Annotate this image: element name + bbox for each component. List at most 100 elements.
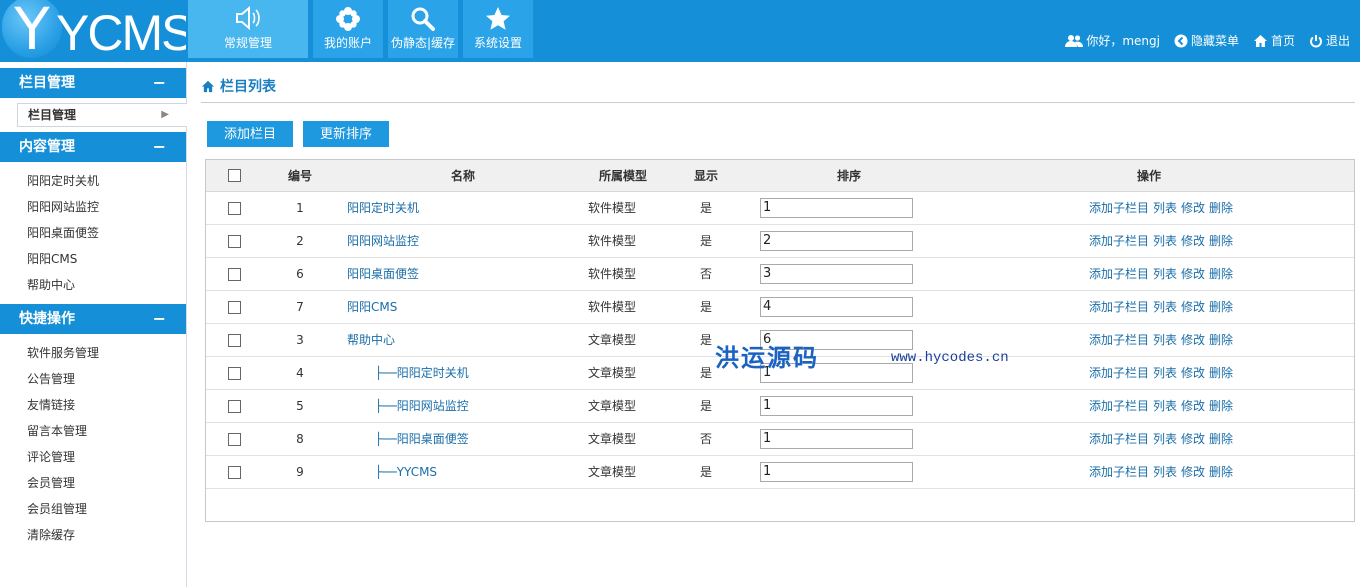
sidebar-item[interactable]: 软件服务管理 [0,340,186,366]
delete-link[interactable]: 删除 [1209,267,1233,281]
logout-link[interactable]: 退出 [1309,32,1350,49]
sidebar-item[interactable]: 阳阳网站监控 [0,194,186,220]
sidebar-item[interactable]: 会员组管理 [0,496,186,522]
header-select-all[interactable] [206,160,262,192]
table-row: 7 阳阳CMS 软件模型是 添加子栏目列表修改删除 [206,290,1354,324]
flower-icon [313,0,383,36]
row-checkbox[interactable] [227,366,241,380]
delete-link[interactable]: 删除 [1209,234,1233,248]
edit-link[interactable]: 修改 [1181,201,1205,215]
sidebar-item[interactable]: 清除缓存 [0,522,186,548]
add-subcolumn-link[interactable]: 添加子栏目 [1089,300,1149,314]
user-greeting[interactable]: 你好，mengj [1065,32,1160,49]
sort-input[interactable] [760,296,913,317]
row-checkbox[interactable] [227,267,241,281]
sidebar-item[interactable]: 阳阳桌面便签 [0,220,186,246]
list-link[interactable]: 列表 [1153,333,1177,347]
edit-link[interactable]: 修改 [1181,399,1205,413]
edit-link[interactable]: 修改 [1181,432,1205,446]
sort-input[interactable] [760,263,913,284]
row-name-link[interactable]: ├──阳阳桌面便签 [338,432,469,446]
sidebar-item-column-manage[interactable]: 栏目管理 ▶ [17,103,187,127]
row-name-link[interactable]: 阳阳定时关机 [338,201,419,215]
add-subcolumn-link[interactable]: 添加子栏目 [1089,399,1149,413]
add-subcolumn-link[interactable]: 添加子栏目 [1089,201,1149,215]
add-subcolumn-link[interactable]: 添加子栏目 [1089,366,1149,380]
row-checkbox[interactable] [227,399,241,413]
delete-link[interactable]: 删除 [1209,201,1233,215]
sort-input[interactable] [760,461,913,482]
add-subcolumn-link[interactable]: 添加子栏目 [1089,333,1149,347]
list-link[interactable]: 列表 [1153,465,1177,479]
delete-link[interactable]: 删除 [1209,432,1233,446]
row-checkbox[interactable] [227,234,241,248]
edit-link[interactable]: 修改 [1181,333,1205,347]
edit-link[interactable]: 修改 [1181,300,1205,314]
row-name-link[interactable]: ├──阳阳定时关机 [338,366,469,380]
sidebar-item[interactable]: 评论管理 [0,444,186,470]
edit-link[interactable]: 修改 [1181,234,1205,248]
select-all-checkbox[interactable] [227,169,241,183]
collapse-icon[interactable]: − [153,132,166,162]
edit-link[interactable]: 修改 [1181,366,1205,380]
home-link[interactable]: 首页 [1253,32,1295,49]
row-id: 1 [262,191,338,225]
add-subcolumn-link[interactable]: 添加子栏目 [1089,432,1149,446]
delete-link[interactable]: 删除 [1209,333,1233,347]
row-name-link[interactable]: 帮助中心 [338,333,395,347]
sidebar-item[interactable]: 会员管理 [0,470,186,496]
nav-tab-rewrite-cache[interactable]: 伪静态|缓存 [388,0,458,58]
row-checkbox[interactable] [227,432,241,446]
list-link[interactable]: 列表 [1153,366,1177,380]
nav-tab-settings[interactable]: 系统设置 [463,0,533,58]
sort-input[interactable] [760,395,913,416]
row-name-link[interactable]: 阳阳网站监控 [338,234,419,248]
sort-input[interactable] [760,230,913,251]
collapse-icon[interactable]: − [153,68,166,98]
row-checkbox[interactable] [227,201,241,215]
hide-menu-link[interactable]: 隐藏菜单 [1174,32,1239,49]
sidebar-item[interactable]: 阳阳定时关机 [0,168,186,194]
sort-input[interactable] [760,428,913,449]
row-checkbox[interactable] [227,300,241,314]
list-link[interactable]: 列表 [1153,267,1177,281]
delete-link[interactable]: 删除 [1209,366,1233,380]
row-checkbox[interactable] [227,333,241,347]
sidebar-item[interactable]: 友情链接 [0,392,186,418]
table-row: 5├──阳阳网站监控文章模型是添加子栏目列表修改删除 [206,389,1354,423]
row-name-link[interactable]: ├──YYCMS [338,465,437,479]
row-name-link[interactable]: 阳阳CMS [338,300,397,314]
delete-link[interactable]: 删除 [1209,465,1233,479]
row-select-cell [206,290,262,324]
list-link[interactable]: 列表 [1153,300,1177,314]
add-column-button[interactable]: 添加栏目 [207,121,293,147]
update-sort-button[interactable]: 更新排序 [303,121,389,147]
edit-link[interactable]: 修改 [1181,465,1205,479]
sidebar-item[interactable]: 留言本管理 [0,418,186,444]
sidebar-item[interactable]: 阳阳CMS [0,246,186,272]
list-link[interactable]: 列表 [1153,399,1177,413]
row-name-link[interactable]: 阳阳桌面便签 [338,267,419,281]
delete-link[interactable]: 删除 [1209,300,1233,314]
add-subcolumn-link[interactable]: 添加子栏目 [1089,234,1149,248]
arrow-left-circle-icon [1174,34,1188,47]
list-link[interactable]: 列表 [1153,201,1177,215]
sidebar-section-column[interactable]: 栏目管理 − [0,68,186,98]
sidebar-item[interactable]: 公告管理 [0,366,186,392]
edit-link[interactable]: 修改 [1181,267,1205,281]
add-subcolumn-link[interactable]: 添加子栏目 [1089,267,1149,281]
nav-tab-general[interactable]: 常规管理 [188,0,308,58]
row-checkbox[interactable] [227,465,241,479]
collapse-icon[interactable]: − [153,304,166,334]
sidebar-section-content[interactable]: 内容管理 − [0,132,186,162]
list-link[interactable]: 列表 [1153,432,1177,446]
list-link[interactable]: 列表 [1153,234,1177,248]
add-subcolumn-link[interactable]: 添加子栏目 [1089,465,1149,479]
row-name-link[interactable]: ├──阳阳网站监控 [338,399,469,413]
section-title: 快捷操作 [19,311,75,327]
delete-link[interactable]: 删除 [1209,399,1233,413]
nav-tab-account[interactable]: 我的账户 [313,0,383,58]
sidebar-section-quick[interactable]: 快捷操作 − [0,304,186,334]
sort-input[interactable] [760,197,913,218]
sidebar-item[interactable]: 帮助中心 [0,272,186,298]
